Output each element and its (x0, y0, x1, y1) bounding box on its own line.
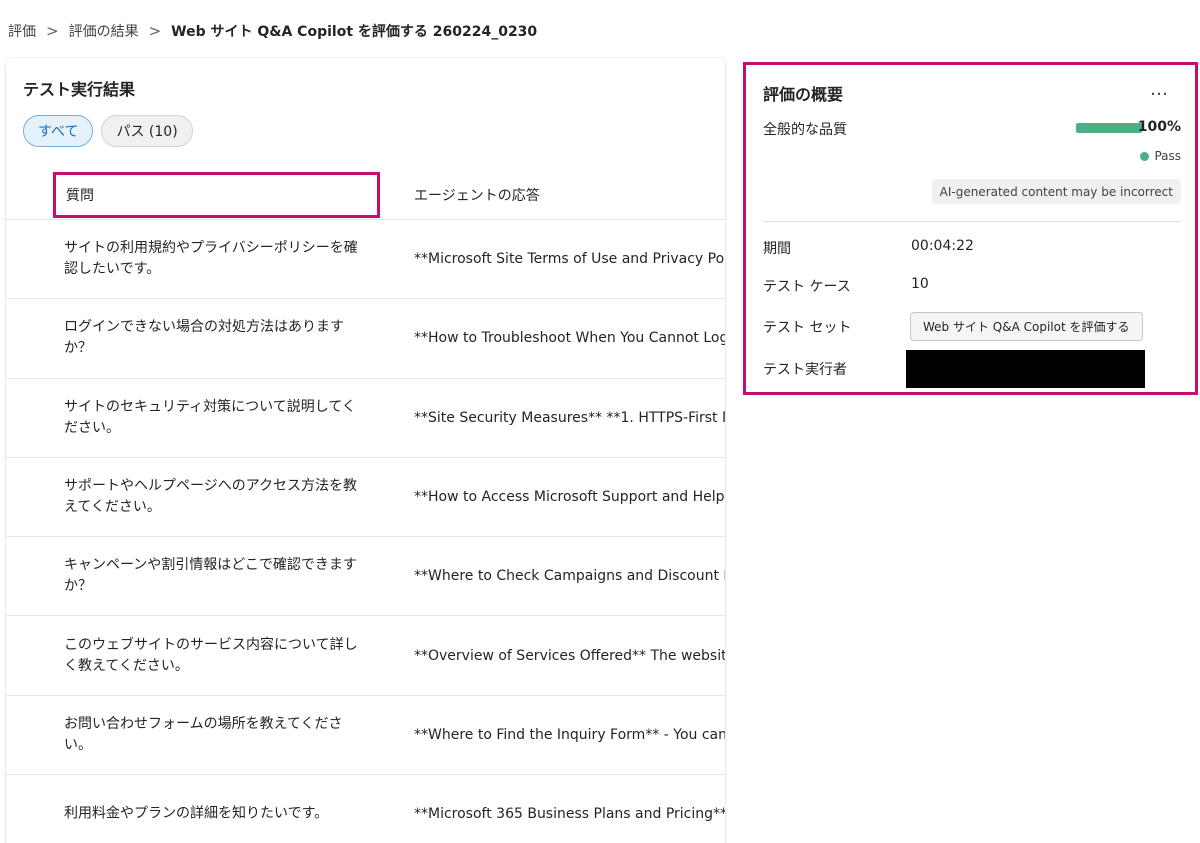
answer-cell: **How to Access Microsoft Support and He… (414, 489, 725, 506)
breadcrumb-item-results[interactable]: 評価の結果 (69, 21, 139, 41)
table-row[interactable]: ログインできない場合の対処方法はありますか？ **How to Troubles… (6, 299, 725, 379)
pass-dot-icon (1140, 151, 1150, 161)
test-runner-label: テスト実行者 (763, 362, 847, 378)
table-row[interactable]: このウェブサイトのサービス内容について詳しく教えてください。 **Overvie… (6, 616, 725, 696)
test-set-button[interactable]: Web サイト Q&A Copilot を評価する (910, 312, 1143, 341)
chevron-right-icon: > (148, 22, 162, 40)
test-cases-value: 10 (911, 276, 929, 292)
panel-title: テスト実行結果 (23, 80, 136, 99)
question-cell: サポートやヘルプページへのアクセス方法を教えてください。 (64, 478, 358, 516)
question-cell: お問い合わせフォームの場所を教えてください。 (64, 715, 343, 753)
test-set-label: テスト セット (763, 320, 852, 336)
table-row[interactable]: キャンペーンや割引情報はどこで確認できますか？ **Where to Check… (6, 537, 725, 617)
redacted-runner-name (906, 350, 1145, 388)
divider (763, 221, 1181, 222)
test-results-panel: テスト実行結果 すべて パス (10) 質問 エージェントの応答 サイトの利用規… (6, 58, 725, 843)
test-cases-label: テスト ケース (763, 279, 851, 295)
answer-cell: **Where to Find the Inquiry Form** - You… (414, 726, 725, 743)
question-cell: 利用料金やプランの詳細を知りたいです。 (64, 805, 329, 822)
breadcrumb: 評価 > 評価の結果 > Web サイト Q&A Copilot を評価する 2… (8, 21, 537, 41)
question-cell: キャンペーンや割引情報はどこで確認できますか？ (64, 557, 357, 595)
ai-disclaimer-badge: AI-generated content may be incorrect (931, 179, 1181, 204)
answer-cell: **Site Security Measures** **1. HTTPS-Fi… (414, 409, 725, 426)
table-row[interactable]: お問い合わせフォームの場所を教えてください。 **Where to Find t… (6, 696, 725, 776)
question-cell: サイトの利用規約やプライバシーポリシーを確認したいです。 (64, 240, 358, 278)
table-row[interactable]: 利用料金やプランの詳細を知りたいです。 **Microsoft 365 Busi… (6, 775, 725, 843)
quality-progress-bar (1076, 123, 1142, 133)
answer-cell: **Microsoft Site Terms of Use and Privac… (414, 251, 725, 268)
pass-status: Pass (1140, 149, 1181, 163)
table-row[interactable]: サポートやヘルプページへのアクセス方法を教えてください。 **How to Ac… (6, 458, 725, 538)
breadcrumb-current: Web サイト Q&A Copilot を評価する 260224_0230 (171, 24, 538, 40)
summary-title: 評価の概要 (763, 85, 844, 104)
answer-cell: **How to Troubleshoot When You Cannot Lo… (414, 330, 725, 347)
table-header: 質問 エージェントの応答 (6, 170, 725, 220)
more-options-icon[interactable]: … (1150, 79, 1169, 100)
answer-cell: **Where to Check Campaigns and Discount … (414, 568, 725, 585)
column-header-question[interactable]: 質問 (53, 172, 380, 218)
filter-pass-pill[interactable]: パス (10) (101, 115, 193, 147)
answer-cell: **Overview of Services Offered** The web… (414, 647, 725, 664)
overall-quality-label: 全般的な品質 (763, 122, 847, 138)
breadcrumb-item-evaluation[interactable]: 評価 (8, 21, 36, 41)
answer-cell: **Microsoft 365 Business Plans and Prici… (414, 806, 725, 823)
results-table-body: サイトの利用規約やプライバシーポリシーを確認したいです。 **Microsoft… (6, 220, 725, 843)
column-header-answer[interactable]: エージェントの応答 (414, 170, 540, 220)
chevron-right-icon: > (46, 22, 59, 40)
question-cell: サイトのセキュリティ対策について説明してください。 (64, 398, 356, 436)
duration-label: 期間 (763, 241, 791, 257)
evaluation-summary-panel: 評価の概要 … 全般的な品質 100% Pass AI-generated co… (743, 62, 1198, 395)
table-row[interactable]: サイトのセキュリティ対策について説明してください。 **Site Securit… (6, 379, 725, 458)
pass-label: Pass (1154, 149, 1181, 163)
filter-all-pill[interactable]: すべて (23, 115, 94, 147)
filter-pills: すべて パス (10) (23, 115, 193, 147)
table-row[interactable]: サイトの利用規約やプライバシーポリシーを確認したいです。 **Microsoft… (6, 220, 725, 300)
duration-value: 00:04:22 (911, 238, 974, 254)
quality-progress-fill (1076, 123, 1142, 133)
quality-value: 100% (1137, 119, 1181, 135)
question-cell: このウェブサイトのサービス内容について詳しく教えてください。 (64, 636, 358, 674)
question-cell: ログインできない場合の対処方法はありますか？ (64, 319, 344, 357)
